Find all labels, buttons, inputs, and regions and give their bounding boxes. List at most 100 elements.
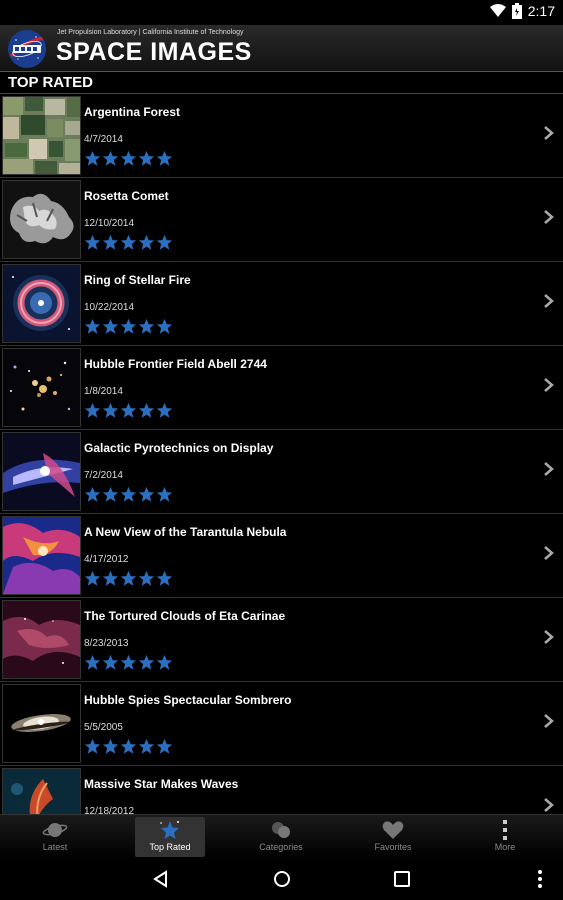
rating-stars: [84, 318, 173, 335]
planet-icon: [42, 823, 68, 837]
item-date: 12/10/2014: [84, 218, 135, 229]
star-icon: [138, 318, 155, 334]
star-icon: [84, 486, 101, 502]
clock: 2:17: [527, 3, 555, 19]
chevron-right-icon: [544, 798, 554, 812]
list-item[interactable]: Massive Star Makes Waves 12/18/2012: [0, 766, 563, 814]
chevron-right-icon: [544, 378, 554, 392]
tab-categories[interactable]: Categories: [246, 817, 316, 857]
tab-more[interactable]: More: [470, 817, 540, 857]
header-subtitle: Jet Propulsion Laboratory | California I…: [57, 29, 244, 36]
star-icon: [138, 738, 155, 754]
chevron-right-icon: [544, 126, 554, 140]
star-icon: [120, 738, 137, 754]
list-item[interactable]: Hubble Spies Spectacular Sombrero 5/5/20…: [0, 682, 563, 766]
heart-icon: [382, 821, 404, 839]
thumbnail: [2, 768, 81, 814]
image-list: Argentina Forest 4/7/2014 Rosetta Comet …: [0, 94, 563, 814]
list-item[interactable]: A New View of the Tarantula Nebula 4/17/…: [0, 514, 563, 598]
star-icon: [84, 318, 101, 334]
tab-top-rated[interactable]: Top Rated: [135, 817, 205, 857]
rating-stars: [84, 654, 173, 671]
item-title: A New View of the Tarantula Nebula: [84, 525, 287, 539]
item-date: 8/23/2013: [84, 638, 129, 649]
back-icon[interactable]: [151, 869, 171, 889]
star-icon: [138, 570, 155, 586]
categories-icon: [272, 822, 290, 838]
item-date: 7/2/2014: [84, 470, 123, 481]
star-icon: [84, 738, 101, 754]
star-icon: [84, 150, 101, 166]
thumbnail: [2, 684, 81, 763]
star-icon: [156, 150, 173, 166]
chevron-right-icon: [544, 294, 554, 308]
star-icon: [84, 402, 101, 418]
thumbnail: [2, 180, 81, 259]
tab-label: More: [494, 842, 516, 852]
item-title: Ring of Stellar Fire: [84, 273, 191, 287]
thumbnail: [2, 516, 81, 595]
item-date: 1/8/2014: [84, 386, 123, 397]
star-icon: [102, 234, 119, 250]
tab-latest[interactable]: Latest: [20, 817, 90, 857]
item-date: 4/7/2014: [84, 134, 123, 145]
tab-bar: Latest Top Rated Categories Favorites Mo…: [0, 814, 563, 859]
star-icon: [102, 402, 119, 418]
home-icon[interactable]: [272, 869, 292, 889]
star-icon: [102, 318, 119, 334]
item-date: 12/18/2012: [84, 806, 135, 814]
rating-stars: [84, 738, 173, 755]
star-icon: [84, 654, 101, 670]
star-icon: [84, 234, 101, 250]
status-bar: 2:17: [0, 0, 563, 25]
star-icon: [84, 570, 101, 586]
more-icon: [503, 820, 507, 840]
chevron-right-icon: [544, 714, 554, 728]
thumbnail: [2, 600, 81, 679]
star-icon: [156, 318, 173, 334]
star-icon: [156, 402, 173, 418]
app-title: SPACE IMAGES: [56, 38, 252, 66]
list-item[interactable]: Argentina Forest 4/7/2014: [0, 94, 563, 178]
star-icon: [120, 150, 137, 166]
tab-favorites[interactable]: Favorites: [358, 817, 428, 857]
item-title: The Tortured Clouds of Eta Carinae: [84, 609, 286, 623]
rating-stars: [84, 570, 173, 587]
star-icon: [138, 150, 155, 166]
star-icon: [102, 570, 119, 586]
item-title: Argentina Forest: [84, 105, 181, 119]
list-item[interactable]: The Tortured Clouds of Eta Carinae 8/23/…: [0, 598, 563, 682]
list-item[interactable]: Ring of Stellar Fire 10/22/2014: [0, 262, 563, 346]
star-icon: [120, 486, 137, 502]
star-icon: [138, 234, 155, 250]
system-nav-bar: [0, 858, 563, 900]
star-icon: [138, 486, 155, 502]
star-icon: [156, 738, 173, 754]
star-icon: [138, 402, 155, 418]
thumbnail: [2, 96, 81, 175]
star-icon: [120, 654, 137, 670]
list-item[interactable]: Galactic Pyrotechnics on Display 7/2/201…: [0, 430, 563, 514]
star-icon: [156, 486, 173, 502]
thumbnail: [2, 348, 81, 427]
item-date: 5/5/2005: [84, 722, 123, 733]
thumbnail: [2, 264, 81, 343]
wifi-icon: [489, 4, 506, 17]
rating-stars: [84, 402, 173, 419]
list-item[interactable]: Hubble Frontier Field Abell 2744 1/8/201…: [0, 346, 563, 430]
star-icon: [156, 570, 173, 586]
star-icon: [120, 570, 137, 586]
star-icon: [160, 821, 179, 839]
item-title: Galactic Pyrotechnics on Display: [84, 441, 274, 455]
battery-icon: [511, 3, 522, 19]
list-item[interactable]: Rosetta Comet 12/10/2014: [0, 178, 563, 262]
star-icon: [156, 654, 173, 670]
tab-label: Latest: [42, 842, 68, 852]
item-title: Rosetta Comet: [84, 189, 169, 203]
item-date: 10/22/2014: [84, 302, 135, 313]
chevron-right-icon: [544, 210, 554, 224]
overflow-menu-icon[interactable]: [530, 869, 550, 889]
section-header: TOP RATED: [0, 72, 563, 94]
recents-icon[interactable]: [392, 869, 412, 889]
rating-stars: [84, 486, 173, 503]
